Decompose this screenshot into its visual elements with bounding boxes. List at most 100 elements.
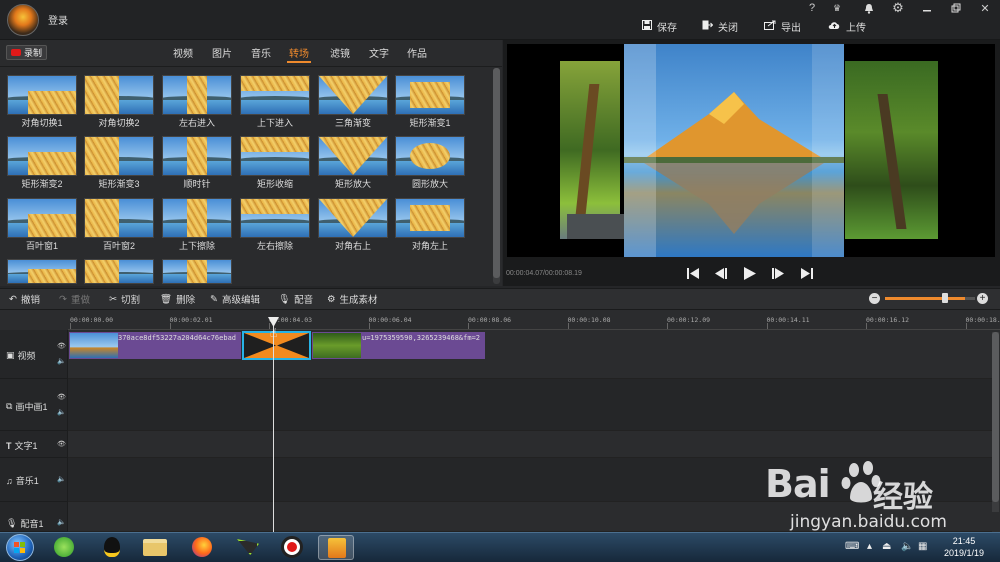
tab-text[interactable]: 文字 <box>367 45 391 63</box>
transition-thumb[interactable] <box>162 259 232 284</box>
transition-thumb[interactable] <box>84 259 154 284</box>
close-icon[interactable]: ✕ <box>976 1 994 15</box>
start-button[interactable] <box>6 534 34 561</box>
tab-image[interactable]: 图片 <box>210 45 234 63</box>
redo-button[interactable]: ↷ 重做 <box>59 291 90 307</box>
transition-thumb[interactable] <box>240 198 310 238</box>
tab-filter[interactable]: 滤镜 <box>328 45 352 63</box>
step-forward-icon[interactable] <box>769 264 787 282</box>
user-avatar[interactable] <box>7 4 39 36</box>
clip-thumbnail <box>70 333 118 358</box>
video-editor-icon[interactable] <box>318 535 354 560</box>
usb-icon[interactable]: ⏏ <box>882 541 891 552</box>
transition-thumb[interactable] <box>395 136 465 176</box>
transition-thumb[interactable] <box>162 198 232 238</box>
transition-thumb[interactable] <box>7 136 77 176</box>
transition-label: 圆形放大 <box>411 179 448 189</box>
advanced-edit-button[interactable]: ✎ 高级编辑 <box>210 291 260 307</box>
login-link[interactable]: 登录 <box>48 12 68 27</box>
transition-thumb[interactable] <box>84 198 154 238</box>
tab-video[interactable]: 视频 <box>171 45 195 63</box>
upload-button[interactable]: 上传 <box>828 18 866 34</box>
exit-button[interactable]: 关闭 <box>702 18 738 34</box>
help-icon[interactable]: ? <box>803 1 821 15</box>
ruler-tick <box>667 323 668 329</box>
network-icon[interactable]: ▦ <box>918 541 927 552</box>
play-icon[interactable] <box>741 264 759 282</box>
transition-thumb[interactable] <box>395 75 465 115</box>
transition-thumb[interactable] <box>162 75 232 115</box>
cut-button[interactable]: ✂ 切割 <box>109 291 140 307</box>
minimize-icon[interactable] <box>918 1 936 15</box>
transition-label: 对角左上 <box>411 241 448 251</box>
text-track-icon: T <box>6 440 12 451</box>
tab-music[interactable]: 音乐 <box>249 45 273 63</box>
firefox-icon[interactable] <box>184 535 220 560</box>
keyboard-icon[interactable]: ⌨ <box>845 541 859 552</box>
dub-button[interactable]: 🎙 配音 <box>278 291 313 307</box>
transition-thumb[interactable] <box>7 198 77 238</box>
speaker-icon[interactable]: 🔈 <box>57 475 66 483</box>
qq-icon[interactable] <box>94 535 130 560</box>
bell-icon[interactable] <box>860 1 878 15</box>
save-button[interactable]: 保存 <box>642 18 677 34</box>
transition-thumb[interactable] <box>395 198 465 238</box>
screen-recorder-icon[interactable] <box>274 535 310 560</box>
track-label-text: T 文字1 👁 <box>0 431 68 458</box>
transition-thumb[interactable] <box>7 259 77 284</box>
app-window: 登录 ? ♛ ⚙ ✕ 保存 关闭 导出 上传 录制 视频 图片 音乐 转场 滤镜… <box>0 0 1000 562</box>
transition-thumb[interactable] <box>162 136 232 176</box>
skip-start-icon[interactable] <box>684 264 702 282</box>
transition-label: 百叶窗1 <box>25 241 58 251</box>
volume-icon[interactable]: 🔈 <box>901 541 913 552</box>
vip-icon[interactable]: ♛ <box>828 1 846 15</box>
timeline-scrollbar[interactable] <box>992 332 999 512</box>
ruler-tick-label: 00:00:16.12 <box>866 316 910 324</box>
preview-timecode: 00:00:04.07/00:00:08.19 <box>506 270 582 277</box>
transition-label: 顺时针 <box>183 179 211 189</box>
eye-icon[interactable]: 👁 <box>57 393 66 401</box>
step-back-icon[interactable] <box>712 264 730 282</box>
export-button[interactable]: 导出 <box>764 18 801 34</box>
browser-360-icon[interactable] <box>46 535 82 560</box>
playhead-line[interactable] <box>273 322 274 532</box>
transition-thumb[interactable] <box>84 75 154 115</box>
speaker-icon[interactable]: 🔈 <box>57 518 66 526</box>
gear-icon[interactable]: ⚙ <box>889 0 907 15</box>
eye-icon[interactable]: 👁 <box>57 440 66 448</box>
transition-thumb[interactable] <box>318 136 388 176</box>
track-row-pip[interactable] <box>68 379 992 431</box>
undo-button[interactable]: ↶ 撤销 <box>9 291 40 307</box>
transition-thumb[interactable] <box>318 75 388 115</box>
file-explorer-icon[interactable] <box>137 535 173 560</box>
track-row-text[interactable] <box>68 431 992 458</box>
transition-thumb[interactable] <box>84 136 154 176</box>
generate-button[interactable]: ⚙ 生成素材 <box>327 291 378 307</box>
preview-screen <box>507 44 995 257</box>
transition-thumb[interactable] <box>240 75 310 115</box>
record-button[interactable]: 录制 <box>6 45 47 60</box>
skip-end-icon[interactable] <box>798 264 816 282</box>
delete-button[interactable]: 🗑 删除 <box>160 291 195 307</box>
zoom-out-icon[interactable]: − <box>869 293 880 304</box>
tray-arrow-icon[interactable]: ▴ <box>867 541 872 552</box>
track-label-music: ♫ 音乐1 🔈 <box>0 458 68 502</box>
media-scrollbar[interactable] <box>493 68 500 284</box>
ruler-tick <box>567 323 569 329</box>
system-clock[interactable]: 21:45 2019/1/19 <box>940 535 988 559</box>
transition-thumb[interactable] <box>240 136 310 176</box>
transition-thumb[interactable] <box>7 75 77 115</box>
tab-works[interactable]: 作品 <box>405 45 429 63</box>
video-app-icon[interactable] <box>229 535 265 560</box>
speaker-icon[interactable]: 🔈 <box>57 357 66 365</box>
eye-icon[interactable]: 👁 <box>57 342 66 350</box>
zoom-in-icon[interactable]: + <box>977 293 988 304</box>
zoom-slider-handle[interactable] <box>942 293 948 303</box>
microphone-icon: 🎙 <box>278 293 291 305</box>
ruler-tick <box>965 323 967 329</box>
restore-icon[interactable] <box>947 1 965 15</box>
tab-transition[interactable]: 转场 <box>287 45 311 63</box>
transition-thumb[interactable] <box>318 198 388 238</box>
film-reel-icon: ⚙ <box>327 293 336 305</box>
speaker-icon[interactable]: 🔈 <box>57 408 66 416</box>
